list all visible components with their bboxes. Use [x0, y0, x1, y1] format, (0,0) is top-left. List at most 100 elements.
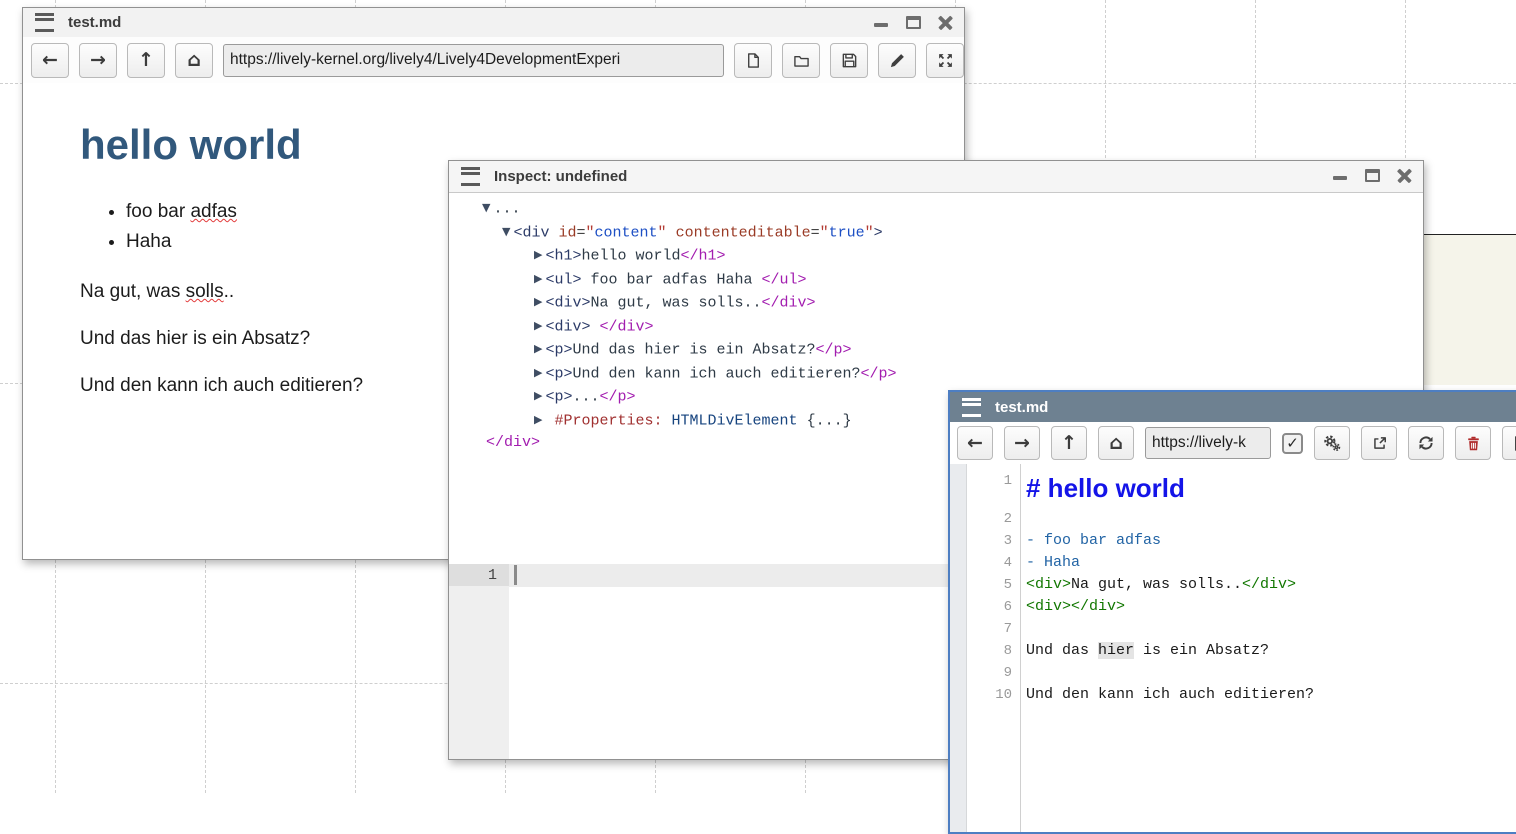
token-tri: ▼: [482, 201, 493, 214]
token-txt: Und den kann ich auch editieren?: [572, 365, 860, 382]
w3-titlebar[interactable]: test.md: [950, 392, 1516, 422]
up-button[interactable]: ↑: [127, 43, 165, 78]
token-tri: ▶: [534, 295, 545, 308]
source-editor[interactable]: 1# hello world23- foo bar adfas4- Haha5<…: [950, 464, 1516, 832]
token-tag: <div>: [545, 295, 590, 312]
token-ctag: </ul>: [762, 271, 807, 288]
line-code: <div></div>: [1020, 596, 1125, 618]
token-mdl: - Haha: [1026, 554, 1080, 571]
token-txt: hello world: [581, 248, 680, 265]
token-tag: <p>: [545, 389, 572, 406]
up-icon: ↑: [1061, 434, 1077, 453]
editor-line[interactable]: 9: [966, 662, 1516, 684]
editor-line[interactable]: 4 - Haha: [966, 552, 1516, 574]
token-tri: ▶: [534, 319, 545, 332]
home-button[interactable]: ⌂: [1098, 426, 1134, 460]
line-number: 2: [966, 508, 1020, 530]
close-button[interactable]: [937, 15, 954, 30]
dom-tree-node[interactable]: ▶<ul> foo bar adfas Haha </ul>: [449, 268, 1423, 292]
edit-button[interactable]: [878, 43, 916, 78]
refresh-button[interactable]: [1408, 426, 1444, 460]
forward-button[interactable]: →: [79, 43, 117, 78]
external-link-button[interactable]: [1361, 426, 1397, 460]
token-plain: Na gut, was solls..: [1071, 576, 1242, 593]
dom-tree-node[interactable]: ▼<div id="content" contenteditable="true…: [449, 221, 1423, 245]
dom-tree-node[interactable]: ▶<h1>hello world</h1>: [449, 244, 1423, 268]
token-prop: #Properties:: [554, 412, 662, 429]
token-ctag: </div>: [600, 318, 654, 335]
w1-url-input[interactable]: [223, 44, 724, 77]
token-mtag: <div>: [1026, 576, 1071, 593]
minimize-button[interactable]: [873, 15, 890, 30]
editor-line[interactable]: 10Und den kann ich auch editieren?: [966, 684, 1516, 706]
token-val: true: [829, 224, 865, 241]
editor-line[interactable]: 8Und das hier is ein Absatz?: [966, 640, 1516, 662]
token-txt: ...: [572, 389, 599, 406]
token-attr: contenteditable: [676, 224, 811, 241]
dom-tree-node[interactable]: ▶<p>Und das hier is ein Absatz?</p>: [449, 338, 1423, 362]
line-code: Und das hier is ein Absatz?: [1020, 640, 1269, 662]
forward-icon: →: [1014, 434, 1030, 453]
token-q: ": [865, 224, 874, 241]
dom-tree-node[interactable]: ▶<div> </div>: [449, 315, 1423, 339]
token-val: content: [595, 224, 658, 241]
editor-line[interactable]: 6<div></div>: [966, 596, 1516, 618]
token-ctag: </div>: [762, 295, 816, 312]
gears-button[interactable]: [1314, 426, 1350, 460]
editor-line[interactable]: 3- foo bar adfas: [966, 530, 1516, 552]
line-number: 4: [966, 552, 1020, 574]
token-tri: ▶: [534, 342, 545, 355]
save-button[interactable]: [830, 43, 868, 78]
open-folder-button[interactable]: [782, 43, 820, 78]
home-icon: ⌂: [187, 51, 201, 70]
new-file-icon: [1512, 435, 1516, 452]
dom-tree-node[interactable]: ▼...: [449, 197, 1423, 221]
line-number: 5: [966, 574, 1020, 596]
minimize-button[interactable]: [1332, 168, 1349, 183]
paragraph-text: ..: [224, 281, 235, 302]
token-txt: foo bar adfas Haha: [581, 271, 761, 288]
w2-titlebar[interactable]: Inspect: undefined: [449, 161, 1423, 193]
token-mdl: - foo bar adfas: [1026, 532, 1161, 549]
editor-line[interactable]: 2: [966, 508, 1516, 530]
maximize-button[interactable]: [905, 15, 922, 30]
token-ctag: </p>: [816, 342, 852, 359]
back-button[interactable]: ←: [31, 43, 69, 78]
close-button[interactable]: [1396, 168, 1413, 183]
home-button[interactable]: ⌂: [175, 43, 213, 78]
open-folder-icon: [793, 52, 810, 69]
back-button[interactable]: ←: [957, 426, 993, 460]
gears-icon: [1323, 434, 1341, 452]
options-checkbox[interactable]: ✓: [1282, 433, 1303, 454]
line-code: - foo bar adfas: [1020, 530, 1161, 552]
maximize-button[interactable]: [1364, 168, 1381, 183]
refresh-icon: [1417, 434, 1435, 452]
new-file-button[interactable]: [734, 43, 772, 78]
token-attr: id: [558, 224, 576, 241]
paragraph-text: Und das hier is ein Absatz?: [80, 328, 310, 349]
editor-line[interactable]: 7: [966, 618, 1516, 640]
w3-toolbar: ← → ↑ ⌂ ✓: [950, 422, 1516, 465]
w3-url-input[interactable]: [1145, 427, 1271, 459]
token-type: HTMLDivElement: [672, 412, 798, 429]
editor-line[interactable]: 5<div>Na gut, was solls..</div>: [966, 574, 1516, 596]
editor-scrollstrip[interactable]: [950, 464, 967, 832]
line-code: <div>Na gut, was solls..</div>: [1020, 574, 1296, 596]
token-tag: <h1>: [545, 248, 581, 265]
dom-tree-node[interactable]: ▶<div>Na gut, was solls..</div>: [449, 291, 1423, 315]
up-button[interactable]: ↑: [1051, 426, 1087, 460]
w1-titlebar[interactable]: test.md: [23, 8, 964, 38]
expand-button[interactable]: [926, 43, 964, 78]
menu-icon[interactable]: [962, 398, 981, 417]
forward-button[interactable]: →: [1004, 426, 1040, 460]
token-tag: >: [874, 224, 883, 241]
menu-icon[interactable]: [35, 13, 54, 32]
line-code: Und den kann ich auch editieren?: [1020, 684, 1314, 706]
dom-tree-node[interactable]: ▶<p>Und den kann ich auch editieren?</p>: [449, 362, 1423, 386]
token-tri: ▶: [534, 389, 545, 402]
new-file-button[interactable]: [1502, 426, 1516, 460]
token-tag: <div: [513, 224, 558, 241]
menu-icon[interactable]: [461, 167, 480, 186]
trash-button[interactable]: [1455, 426, 1491, 460]
editor-line[interactable]: 1# hello world: [966, 468, 1516, 508]
